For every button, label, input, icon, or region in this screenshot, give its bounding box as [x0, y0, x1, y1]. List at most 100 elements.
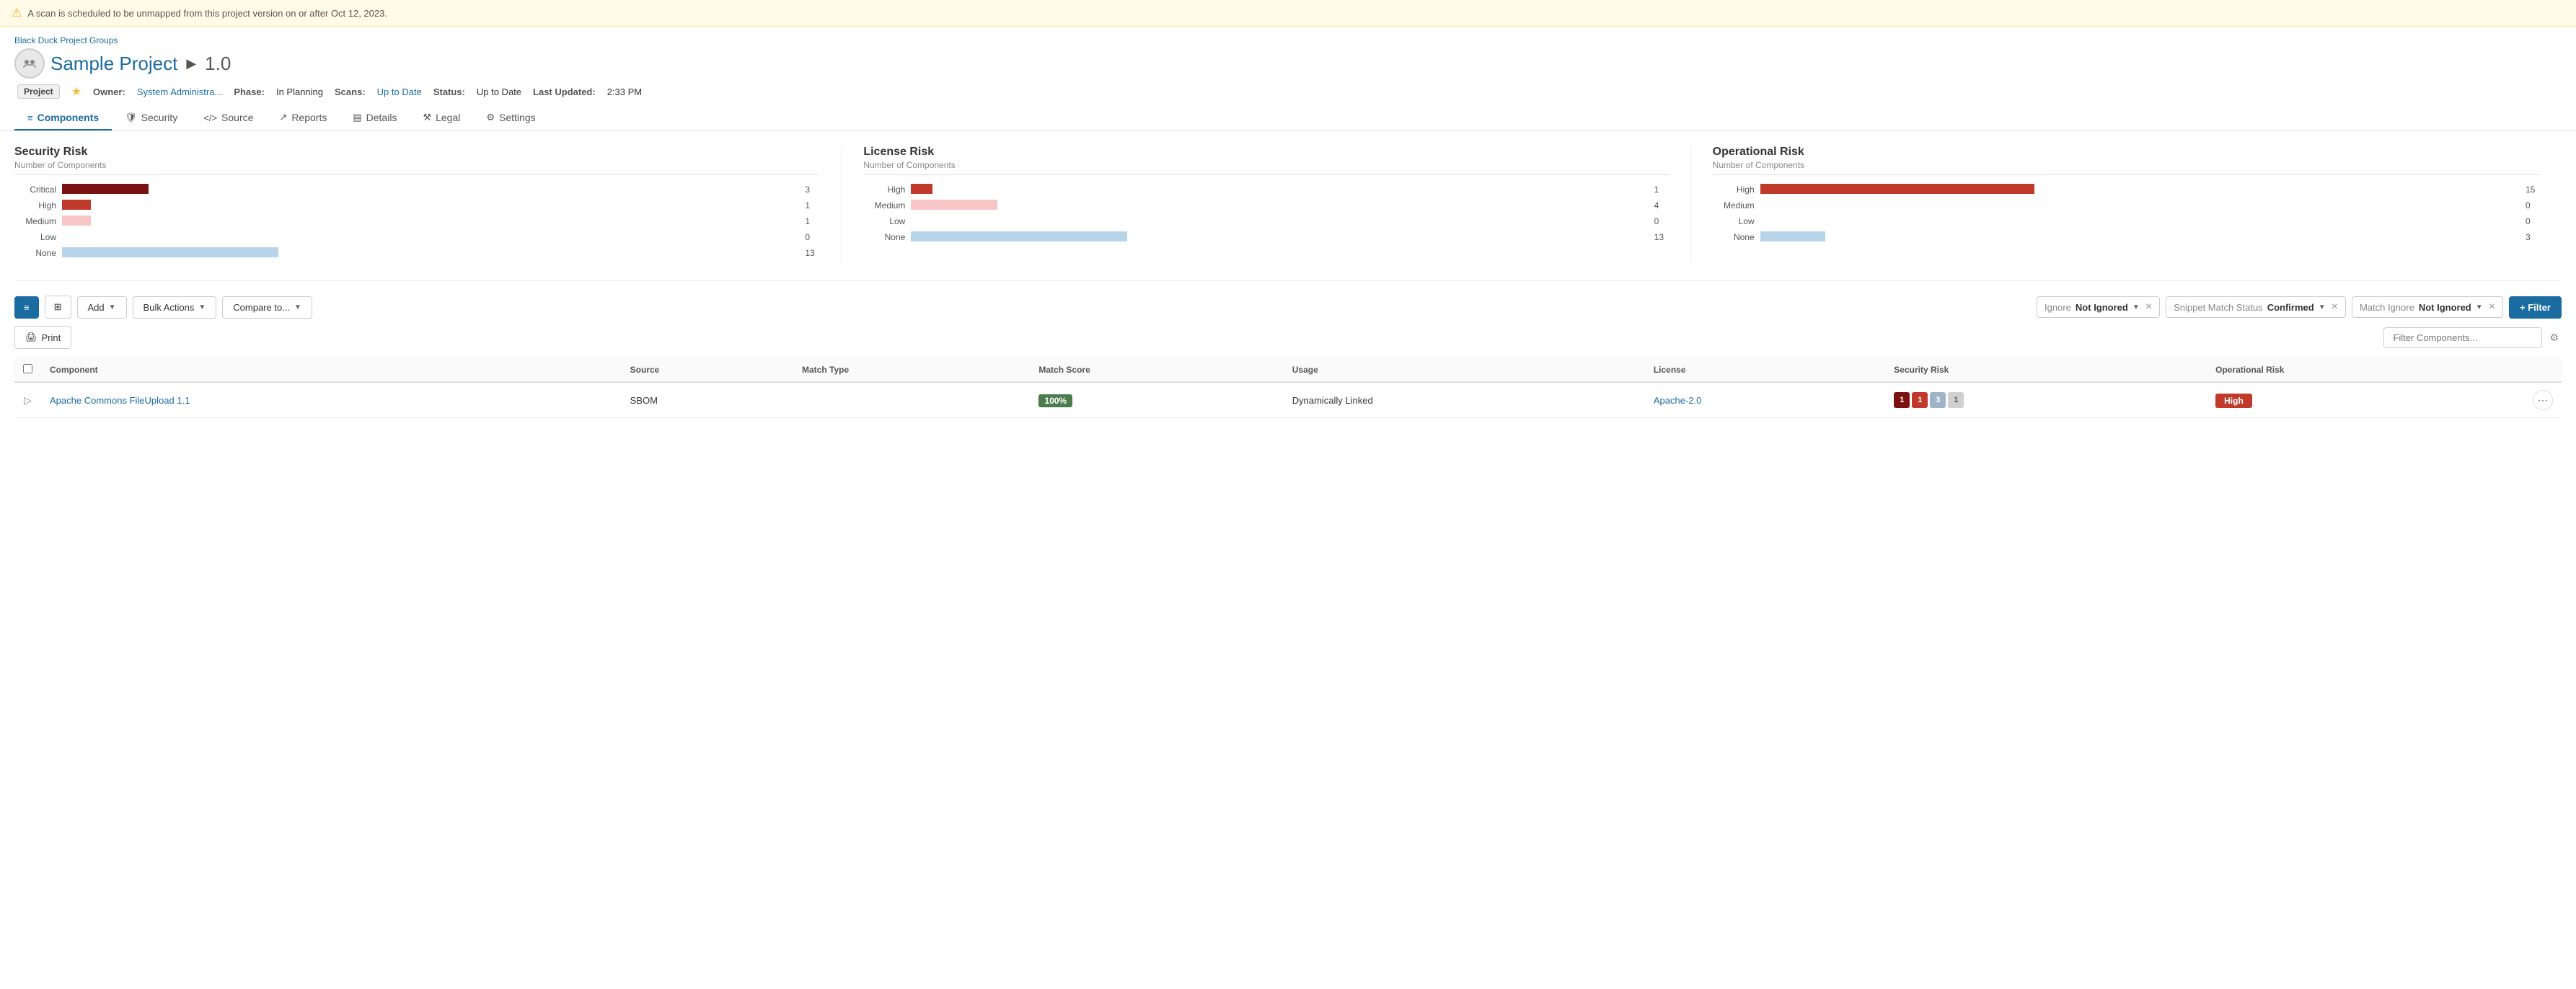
- security-icon: 🛡: [125, 112, 137, 123]
- match-type-cell: [793, 382, 1030, 418]
- table-row: ▷ Apache Commons FileUpload 1.1 SBOM 100…: [14, 382, 2562, 418]
- operational-risk-cell: High: [2207, 382, 2524, 418]
- list-view-button[interactable]: ≡: [14, 296, 39, 319]
- ignore-filter-value: Not Ignored: [2076, 302, 2128, 313]
- operational-low-row: Low 0: [1713, 216, 2540, 227]
- license-high-row: High 1: [863, 184, 1668, 195]
- add-button[interactable]: Add ▼: [77, 296, 127, 319]
- project-badge[interactable]: Project: [17, 84, 60, 99]
- column-settings-icon[interactable]: ⚙: [2546, 330, 2562, 345]
- match-score-badge: 100%: [1038, 394, 1072, 407]
- license-risk-section: License Risk Number of Components High 1…: [863, 146, 1690, 263]
- compare-arrow: ▼: [294, 303, 301, 311]
- components-table: Component Source Match Type Match Score …: [14, 358, 2562, 418]
- snippet-filter-pill[interactable]: Snippet Match Status Confirmed ▼ ×: [2166, 296, 2346, 318]
- license-low-row: Low 0: [863, 216, 1668, 227]
- project-meta: Project ★ Owner: System Administra... Ph…: [14, 84, 2562, 99]
- operational-risk-title: Operational Risk: [1713, 146, 2540, 159]
- select-all-checkbox[interactable]: [23, 364, 32, 373]
- operational-risk-badge: High: [2215, 394, 2252, 408]
- grid-view-icon: ⊞: [54, 301, 62, 313]
- security-none-row: None 13: [14, 247, 819, 259]
- print-row: 🖨 Print ⚙: [14, 326, 2562, 349]
- breadcrumb[interactable]: Black Duck Project Groups: [14, 35, 2562, 45]
- security-low-row: Low 0: [14, 231, 819, 243]
- bulk-actions-button[interactable]: Bulk Actions ▼: [133, 296, 217, 319]
- scans-value[interactable]: Up to Date: [377, 87, 422, 97]
- match-score-header: Match Score: [1030, 358, 1283, 383]
- operational-risk-subtitle: Number of Components: [1713, 160, 2540, 175]
- warning-icon: ⚠: [12, 6, 22, 20]
- add-dropdown-arrow: ▼: [109, 303, 116, 311]
- snippet-filter-close[interactable]: ×: [2332, 301, 2338, 313]
- component-link[interactable]: Apache Commons FileUpload 1.1: [50, 395, 190, 406]
- match-ignore-filter-value: Not Ignored: [2419, 302, 2471, 313]
- phase-label: Phase:: [234, 87, 265, 97]
- tab-source[interactable]: </> Source: [190, 106, 266, 130]
- usage-cell: Dynamically Linked: [1284, 382, 1645, 418]
- source-cell: SBOM: [622, 382, 793, 418]
- security-risk-subtitle: Number of Components: [14, 160, 819, 175]
- match-ignore-filter-close[interactable]: ×: [2489, 301, 2495, 313]
- security-medium-row: Medium 1: [14, 216, 819, 227]
- security-risk-title: Security Risk: [14, 146, 819, 159]
- star-icon[interactable]: ★: [71, 84, 81, 99]
- warning-text: A scan is scheduled to be unmapped from …: [27, 8, 387, 19]
- license-risk-subtitle: Number of Components: [863, 160, 1668, 175]
- nav-tabs: ≡ Components 🛡 Security </> Source ↗ Rep…: [14, 106, 2562, 130]
- ignore-filter-pill[interactable]: Ignore Not Ignored ▼ ×: [2037, 296, 2160, 318]
- match-type-header: Match Type: [793, 358, 1030, 383]
- add-label: Add: [88, 302, 105, 313]
- ignore-filter-arrow[interactable]: ▼: [2132, 303, 2140, 311]
- expand-icon[interactable]: ▷: [24, 394, 32, 406]
- match-ignore-filter-label: Match Ignore: [2360, 302, 2414, 313]
- compare-button[interactable]: Compare to... ▼: [222, 296, 312, 319]
- license-link[interactable]: Apache-2.0: [1654, 395, 1702, 406]
- security-risk-header: Security Risk: [1885, 358, 2207, 383]
- match-score-cell: 100%: [1030, 382, 1283, 418]
- status-label: Status:: [433, 87, 465, 97]
- grid-view-button[interactable]: ⊞: [45, 296, 71, 319]
- select-all-col: [14, 358, 41, 383]
- more-actions-button[interactable]: ⋯: [2533, 390, 2553, 410]
- actions-cell: ⋯: [2524, 382, 2562, 418]
- tab-reports[interactable]: ↗ Reports: [266, 106, 340, 130]
- tab-legal[interactable]: ⚒ Legal: [410, 106, 473, 130]
- component-cell: Apache Commons FileUpload 1.1: [41, 382, 622, 418]
- security-high-badge: 1: [1912, 392, 1928, 408]
- usage-value: Dynamically Linked: [1292, 395, 1373, 406]
- print-button[interactable]: 🖨 Print: [14, 326, 71, 349]
- tab-components[interactable]: ≡ Components: [14, 106, 112, 130]
- security-risk-badges: 1 1 3 1: [1894, 392, 2198, 408]
- list-view-icon: ≡: [24, 302, 30, 313]
- filter-btn-label: + Filter: [2520, 302, 2551, 313]
- bulk-actions-arrow: ▼: [198, 303, 206, 311]
- compare-label: Compare to...: [233, 302, 290, 313]
- filter-button[interactable]: + Filter: [2509, 296, 2562, 319]
- print-icon: 🖨: [25, 332, 38, 343]
- updated-value: 2:33 PM: [607, 87, 642, 97]
- tab-details[interactable]: ▤ Details: [340, 106, 410, 130]
- license-medium-row: Medium 4: [863, 200, 1668, 211]
- updated-label: Last Updated:: [533, 87, 596, 97]
- usage-header: Usage: [1284, 358, 1645, 383]
- owner-value[interactable]: System Administra...: [137, 87, 222, 97]
- details-icon: ▤: [353, 112, 361, 123]
- project-name[interactable]: Sample Project: [50, 53, 177, 75]
- security-risk-section: Security Risk Number of Components Criti…: [14, 146, 842, 263]
- status-value: Up to Date: [477, 87, 521, 97]
- match-ignore-filter-arrow[interactable]: ▼: [2476, 303, 2483, 311]
- filter-components-input[interactable]: [2383, 327, 2542, 348]
- project-arrow: ▶: [186, 56, 196, 71]
- source-header: Source: [622, 358, 793, 383]
- bulk-actions-label: Bulk Actions: [144, 302, 195, 313]
- components-icon: ≡: [27, 112, 33, 123]
- operational-none-row: None 3: [1713, 231, 2540, 243]
- tab-security[interactable]: 🛡 Security: [112, 106, 190, 130]
- legal-icon: ⚒: [423, 112, 431, 123]
- ignore-filter-close[interactable]: ×: [2145, 301, 2152, 313]
- tab-settings[interactable]: ⚙ Settings: [473, 106, 548, 130]
- license-none-row: None 13: [863, 231, 1668, 243]
- snippet-filter-arrow[interactable]: ▼: [2319, 303, 2326, 311]
- match-ignore-filter-pill[interactable]: Match Ignore Not Ignored ▼ ×: [2352, 296, 2503, 318]
